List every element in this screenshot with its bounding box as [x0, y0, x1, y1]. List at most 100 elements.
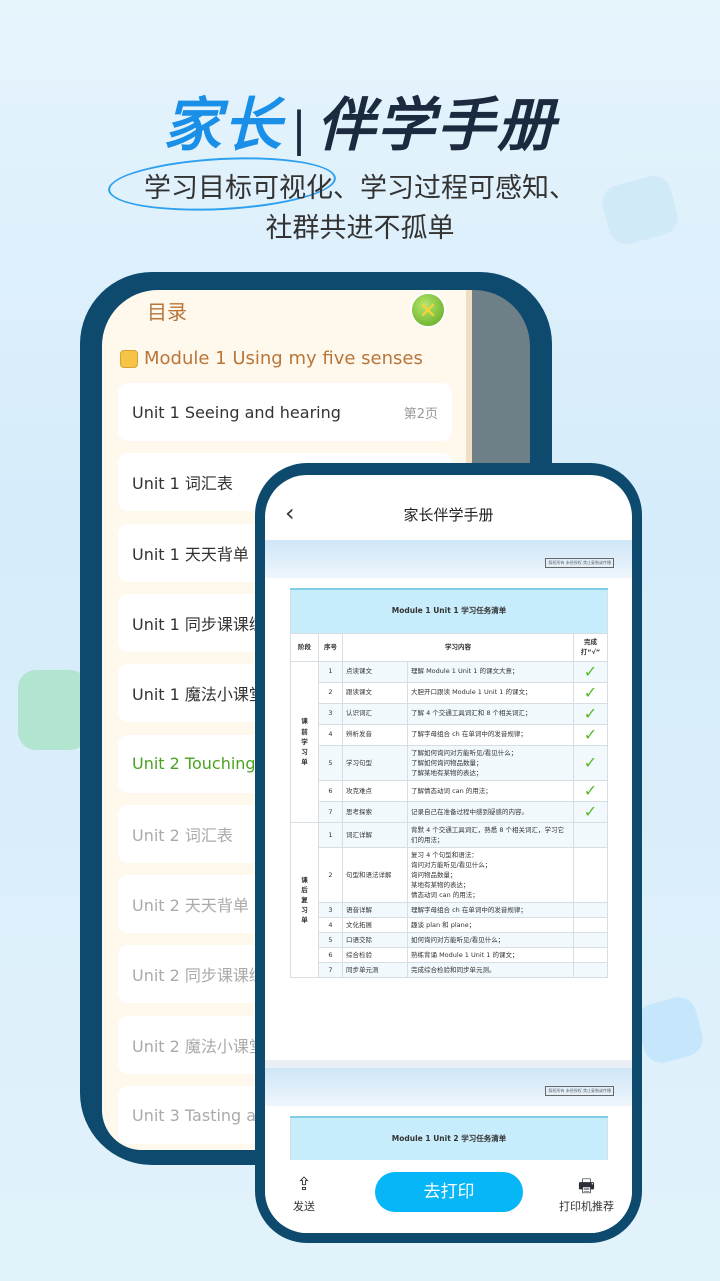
task-content: 了解情态动词 can 的用法；	[407, 779, 574, 802]
print-button[interactable]: 去打印	[375, 1172, 523, 1212]
table-row: 6 攻克难点 了解情态动词 can 的用法； ✓	[291, 779, 608, 802]
table-row: 5 口语交际 如何询问对方能听见/看见什么；	[291, 932, 608, 949]
task-name: 辨析发音	[342, 723, 408, 746]
column-header: 阶段	[290, 632, 319, 662]
task-name: 句型和语法详解	[342, 846, 408, 904]
share-icon: ⇪	[296, 1174, 312, 1195]
task-name: 语音详解	[342, 902, 408, 919]
back-chevron-icon[interactable]: ‹	[285, 501, 295, 525]
checkmark-icon: ✓	[573, 681, 608, 704]
catalog-item-label: Unit 1 同步课课练	[132, 614, 265, 634]
catalog-item-label: Unit 2 Touching	[132, 754, 256, 773]
stage-cell: 课后复习单	[290, 821, 319, 979]
catalog-item-label: Unit 3 Tasting a	[132, 1105, 257, 1125]
page-header: 版权所有 未经授权 禁止复制或传播	[265, 1068, 632, 1106]
table-row: 6 综合检验 熟练背诵 Module 1 Unit 1 的课文；	[291, 947, 608, 964]
stage-label: 课后复习单	[301, 875, 308, 925]
send-label: 发送	[293, 1200, 315, 1213]
task-content: 了解如何询问对方能听见/看见什么； 了解如何询问物品数量； 了解某地有某物的表达…	[407, 744, 574, 781]
document-page-1: 版权所有 未经授权 禁止复制或传播 Module 1 Unit 1 学习任务清单…	[265, 540, 632, 1060]
empty-check-cell	[573, 917, 608, 934]
decor-list-block	[633, 993, 707, 1067]
task-table-unit2: Module 1 Unit 2 学习任务清单	[290, 1116, 608, 1160]
catalog-item-label: Unit 2 魔法小课堂	[132, 1036, 265, 1056]
task-name: 同步单元测	[342, 962, 408, 979]
headline-part1: 家长	[163, 91, 284, 159]
task-name: 跟读课文	[342, 681, 408, 704]
row-number: 7	[318, 800, 343, 823]
printer-label: 打印机推荐	[559, 1200, 614, 1213]
column-header: 序号	[318, 632, 343, 662]
checkmark-icon: ✓	[573, 660, 608, 683]
row-number: 7	[318, 962, 343, 979]
copyright-notice: 版权所有 未经授权 禁止复制或传播	[545, 1086, 614, 1096]
row-number: 4	[318, 917, 343, 934]
tagline-line1: 学习目标可视化、学习过程可感知、	[0, 166, 720, 205]
send-button[interactable]: ⇪ 发送	[293, 1174, 315, 1214]
close-x-icon[interactable]: ✕	[410, 292, 446, 328]
catalog-item-page: 第2页	[403, 406, 438, 422]
table-row: 2 句型和语法详解 复习 4 个句型和语法： 询问对方能听见/看见什么； 询问物品数…	[291, 846, 608, 904]
task-content: 记录自己在准备过程中感到疑惑的内容。	[407, 800, 574, 823]
empty-check-cell	[573, 962, 608, 979]
viewer-title: 家长伴学手册	[403, 506, 494, 524]
row-number: 6	[318, 947, 343, 964]
task-content: 背默 4 个交通工具词汇，熟悉 8 个相关词汇，学习它们的用法；	[407, 821, 574, 848]
decor-chat-block	[18, 670, 88, 750]
task-name: 点读课文	[342, 660, 408, 683]
task-content: 趣谈 plan 和 plane；	[407, 917, 574, 934]
task-name: 攻克难点	[342, 779, 408, 802]
bottom-bar: ⇪ 发送 去打印 🖶 打印机推荐	[265, 1160, 632, 1233]
table-title: Module 1 Unit 1 学习任务清单	[290, 588, 608, 634]
checkmark-icon: ✓	[573, 779, 608, 802]
row-number: 3	[318, 702, 343, 725]
task-name: 综合检验	[342, 947, 408, 964]
task-name: 认识词汇	[342, 702, 408, 725]
empty-check-cell	[573, 932, 608, 949]
task-content: 熟练背诵 Module 1 Unit 1 的课文；	[407, 947, 574, 964]
column-header: 学习内容	[342, 632, 574, 662]
task-content: 大胆开口跟读 Module 1 Unit 1 的课文；	[407, 681, 574, 704]
empty-check-cell	[573, 902, 608, 919]
table-title: Module 1 Unit 2 学习任务清单	[290, 1116, 608, 1160]
row-number: 5	[318, 932, 343, 949]
table-row: 4 辨析发音 了解字母组合 ch 在单词中的发音规律； ✓	[291, 723, 608, 746]
tagline-line2: 社群共进不孤单	[265, 213, 455, 244]
task-name: 文化拓展	[342, 917, 408, 934]
document-view[interactable]: 版权所有 未经授权 禁止复制或传播 Module 1 Unit 1 学习任务清单…	[265, 540, 632, 1160]
task-table-unit1: Module 1 Unit 1 学习任务清单 阶段 序号 学习内容 完成打“√” 课前学习…	[290, 588, 608, 979]
row-number: 2	[318, 846, 343, 904]
row-number: 4	[318, 723, 343, 746]
catalog-item-label: Unit 2 词汇表	[132, 825, 233, 845]
page-header: 版权所有 未经授权 禁止复制或传播	[265, 540, 632, 578]
module-title: Module 1 Using my five senses	[144, 348, 423, 369]
stage-label: 课前学习单	[301, 717, 308, 766]
task-content: 理解 Module 1 Unit 1 的课文大意；	[407, 660, 574, 683]
table-row: 2 跟读课文 大胆开口跟读 Module 1 Unit 1 的课文； ✓	[291, 681, 608, 704]
task-content: 如何询问对方能听见/看见什么；	[407, 932, 574, 949]
table-row: 3 语音详解 理解字母组合 ch 在单词中的发音规律；	[291, 902, 608, 919]
printer-icon: 🖶	[578, 1176, 595, 1197]
table-row: 7 思考探索 记录自己在准备过程中感到疑惑的内容。 ✓	[291, 800, 608, 823]
row-number: 3	[318, 902, 343, 919]
checkmark-icon: ✓	[573, 723, 608, 746]
table-row: 7 同步单元测 完成综合检验和同步单元测。	[291, 962, 608, 979]
empty-check-cell	[573, 846, 608, 904]
table-row: 课后复习单 1 词汇详解 背默 4 个交通工具词汇，熟悉 8 个相关词汇，学习它们的用…	[290, 821, 608, 979]
task-name: 思考探索	[342, 800, 408, 823]
printer-recommend-button[interactable]: 🖶 打印机推荐	[559, 1174, 614, 1214]
catalog-item[interactable]: Unit 1 Seeing and hearing 第2页	[118, 383, 452, 441]
catalog-item-label: Unit 2 天天背单	[132, 896, 249, 916]
task-content: 完成综合检验和同步单元测。	[407, 962, 574, 979]
task-name: 学习句型	[342, 744, 408, 781]
table-row: 4 文化拓展 趣谈 plan 和 plane；	[291, 917, 608, 934]
headline: 家长 | 伴学手册	[0, 78, 720, 162]
task-content: 复习 4 个句型和语法： 询问对方能听见/看见什么； 询问物品数量； 某地有某物…	[407, 846, 574, 904]
task-name: 词汇详解	[342, 821, 408, 848]
catalog-item-label: Unit 1 Seeing and hearing	[132, 402, 341, 422]
task-name: 口语交际	[342, 932, 408, 949]
table-row: 5 学习句型 了解如何询问对方能听见/看见什么； 了解如何询问物品数量； 了解某地有…	[291, 744, 608, 781]
stage-cell: 课前学习单	[290, 660, 319, 823]
checkmark-icon: ✓	[573, 702, 608, 725]
tagline-highlight: 学习目标可视化	[144, 173, 333, 204]
